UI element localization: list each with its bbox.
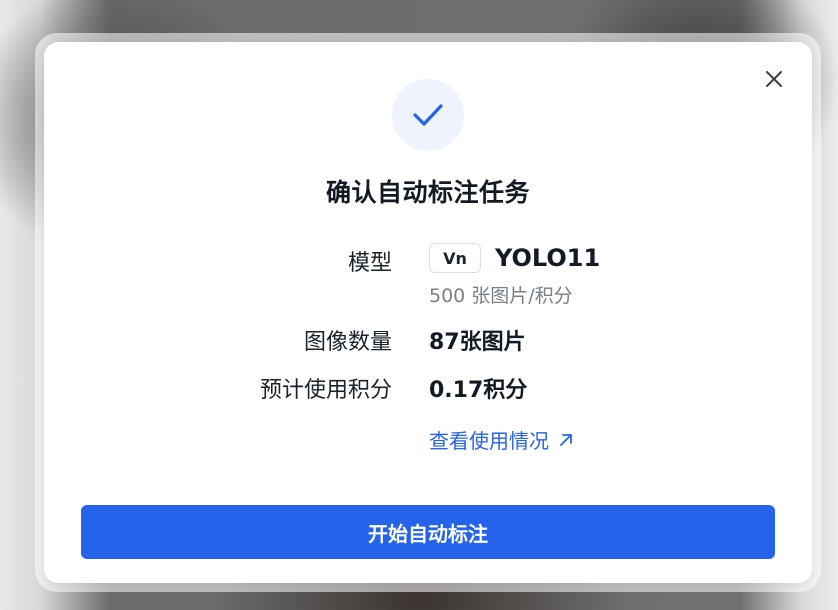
close-button[interactable]: [760, 65, 788, 93]
credits-label: 预计使用积分: [259, 378, 392, 403]
model-label: 模型: [347, 251, 392, 276]
arrow-up-right-icon: [559, 433, 573, 447]
success-badge: [392, 79, 464, 151]
dialog-title: 确认自动标注任务: [325, 178, 530, 207]
confirm-auto-annotation-dialog: 确认自动标注任务 模型 Vn YOLO11 500 张图片/积分 图像数量 87…: [44, 42, 812, 583]
model-badge: Vn: [429, 243, 481, 273]
close-icon: [766, 71, 782, 87]
view-usage-link[interactable]: 查看使用情况: [429, 425, 573, 454]
image-count-value: 87张图片: [429, 330, 526, 355]
image-count-label: 图像数量: [303, 330, 392, 355]
check-icon: [413, 104, 443, 126]
credits-value: 0.17积分: [429, 378, 528, 403]
model-name: YOLO11: [495, 244, 601, 272]
model-rate: 500 张图片/积分: [429, 285, 573, 307]
start-auto-annotation-button[interactable]: 开始自动标注: [81, 505, 775, 559]
view-usage-link-label: 查看使用情况: [429, 429, 549, 453]
